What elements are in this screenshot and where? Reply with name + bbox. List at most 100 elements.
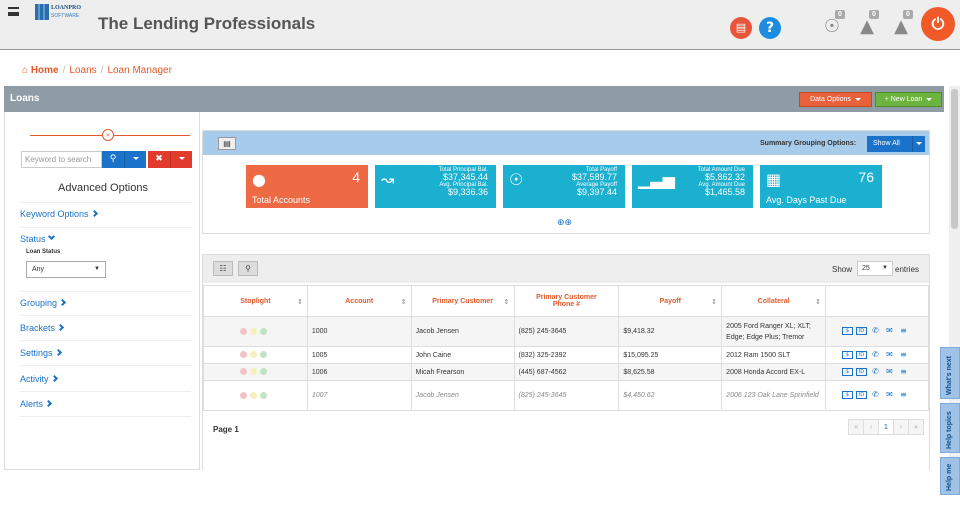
id-card-icon[interactable]: ID [856, 391, 867, 400]
customer-cell[interactable]: Jacob Jensen [410, 316, 515, 347]
stoplight-red-dot [240, 368, 248, 376]
hamburger-menu-icon[interactable] [8, 7, 19, 16]
chevron-right-icon [90, 209, 98, 218]
book-icon[interactable]: ▤ [218, 137, 236, 150]
megaphone-icon[interactable]: ▲ [856, 16, 878, 40]
prev-page-button[interactable]: ‹ [863, 419, 879, 435]
email-icon[interactable]: ✉ [884, 367, 895, 376]
broadcast-icon[interactable]: ☉ [821, 16, 843, 40]
email-icon[interactable]: ✉ [884, 391, 895, 399]
sidebar-item-label: Grouping [20, 298, 58, 308]
col-header-collateral[interactable]: Collateral ⇕ [721, 285, 827, 317]
layers-icon[interactable]: ≡ [898, 327, 909, 335]
layers-icon[interactable]: ≡ [898, 350, 909, 359]
sidebar-item-alerts[interactable]: Alerts [20, 399, 53, 409]
whats-next-tab[interactable]: What's next [940, 347, 960, 399]
sidebar-item-settings[interactable]: Settings [20, 348, 62, 358]
entries-select[interactable]: 25 ▼ [857, 261, 893, 276]
account-cell[interactable]: 1006 [306, 363, 412, 381]
customer-cell[interactable]: John Caine [410, 346, 515, 364]
search-options-button[interactable] [124, 151, 146, 168]
map-pin-icon[interactable]: ⚲ [238, 261, 258, 276]
total-accounts-label: Total Accounts [252, 195, 311, 205]
id-card-icon[interactable]: ID [856, 350, 867, 359]
col-header-payoff[interactable]: Payoff ⇕ [618, 285, 723, 317]
sidebar-item-keyword-options[interactable]: Keyword Options [20, 209, 98, 219]
account-cell[interactable]: 1005 [306, 346, 412, 364]
next-page-button[interactable]: › [893, 419, 909, 435]
scrollbar-thumb[interactable] [951, 89, 958, 229]
breadcrumb-loans[interactable]: Loans [69, 65, 96, 76]
card-amount-due[interactable]: ▁▃▅ Total Amount Due $5,862.32 Avg. Amou… [632, 165, 753, 208]
divider [20, 315, 191, 316]
email-icon[interactable]: ✉ [884, 350, 895, 359]
customer-cell[interactable]: Micah Frearson [410, 363, 515, 381]
clear-options-button[interactable] [170, 151, 192, 168]
table-row[interactable]: 1006 Micah Frearson (445) 687-4562 $8,62… [203, 363, 929, 381]
layers-icon[interactable]: ≡ [898, 391, 909, 399]
search-input[interactable]: Keyword to search [21, 151, 102, 168]
news-icon[interactable]: ▤ [730, 17, 752, 39]
phone-icon[interactable]: ✆ [870, 391, 881, 399]
id-card-icon[interactable]: ID [856, 327, 867, 336]
sidebar-item-brackets[interactable]: Brackets [20, 323, 65, 333]
new-loan-button[interactable]: + New Loan [875, 92, 942, 107]
money-icon[interactable]: $ [842, 350, 853, 359]
phone-icon[interactable]: ✆ [870, 367, 881, 376]
layers-icon[interactable]: ≡ [898, 367, 909, 376]
card-days-past-due[interactable]: ▦ 76 Avg. Days Past Due [760, 165, 882, 208]
breadcrumb: ⌂ Home / Loans / Loan Manager [22, 65, 172, 76]
sidebar-item-activity[interactable]: Activity [20, 374, 58, 384]
show-all-select[interactable]: Show All [867, 136, 925, 152]
money-icon[interactable]: $ [842, 327, 853, 336]
account-cell[interactable]: 1007 [306, 380, 412, 411]
email-icon[interactable]: ✉ [884, 327, 895, 335]
collapse-sidebar-icon[interactable]: « [102, 129, 114, 141]
col-header-stoplight[interactable]: Stoplight ⇕ [203, 285, 308, 317]
power-icon[interactable]: ⏻ [921, 7, 955, 41]
first-page-button[interactable]: « [848, 419, 864, 435]
stoplight-green-dot [260, 327, 268, 335]
breadcrumb-home[interactable]: ⌂ Home [22, 65, 59, 76]
card-payoff[interactable]: ☉ Total Payoff $37,589.77 Average Payoff… [503, 165, 625, 208]
clear-search-button[interactable]: ✖ [148, 151, 170, 168]
account-cell[interactable]: 1000 [306, 316, 412, 347]
card-principal[interactable]: ↝ Total Principal Bal. $37,345.44 Avg. P… [375, 165, 496, 208]
table-row[interactable]: 1005 John Caine (832) 325-2392 $15,095.2… [203, 346, 929, 364]
table-row[interactable]: 1007 Jacob Jensen (825) 245-3645 $4,450.… [203, 380, 929, 411]
col-header-primary-customer[interactable]: Primary Customer ⇕ [410, 285, 515, 317]
expand-cards-icon[interactable]: ⊕⊕ [557, 218, 572, 228]
col-header-phone[interactable]: Primary Customer Phone # [513, 285, 620, 317]
columns-icon[interactable]: ☷ [213, 261, 233, 276]
search-button[interactable]: ⚲ [102, 151, 124, 168]
money-icon[interactable]: $ [842, 367, 853, 376]
loan-status-label: Loan Status [26, 249, 61, 255]
divider [20, 291, 191, 292]
collateral-cell: 2006 123 Oak Lane Sprinfield [721, 380, 827, 411]
help-me-tab[interactable]: Help me [940, 457, 960, 495]
money-icon[interactable]: $ [842, 391, 853, 400]
card-total-accounts[interactable]: ● 4 Total Accounts [246, 165, 368, 208]
col-header-account[interactable]: Account ⇕ [306, 285, 412, 317]
sidebar-item-status[interactable]: Status [20, 232, 55, 244]
show-all-label: Show All [873, 140, 900, 147]
data-options-button[interactable]: Data Options [799, 92, 872, 107]
table-row[interactable]: 1000 Jacob Jensen (825) 245-3645 $9,418.… [203, 316, 929, 347]
loan-status-select[interactable]: Any ▼ [26, 261, 106, 278]
bell-icon[interactable]: ▲ [890, 16, 912, 40]
breadcrumb-loan-manager[interactable]: Loan Manager [107, 65, 172, 76]
help-topics-tab[interactable]: Help topics [940, 403, 960, 453]
table-header-row: Stoplight ⇕ Account ⇕ Primary Customer ⇕ Pr… [203, 285, 929, 317]
sidebar-item-grouping[interactable]: Grouping [20, 298, 67, 308]
phone-icon[interactable]: ✆ [870, 350, 881, 359]
page-number-button[interactable]: 1 [878, 419, 894, 435]
phone-icon[interactable]: ✆ [870, 327, 881, 335]
last-page-button[interactable]: » [908, 419, 924, 435]
help-icon[interactable]: ? [759, 17, 781, 39]
stoplight-cell [203, 380, 308, 411]
customer-cell[interactable]: Jacob Jensen [410, 380, 515, 411]
col-header-label: Account [345, 297, 374, 305]
card-values: Total Principal Bal. $37,345.44 Avg. Pri… [439, 167, 488, 197]
id-card-icon[interactable]: ID [856, 367, 867, 376]
payoff-cell: $9,418.32 [618, 316, 723, 347]
